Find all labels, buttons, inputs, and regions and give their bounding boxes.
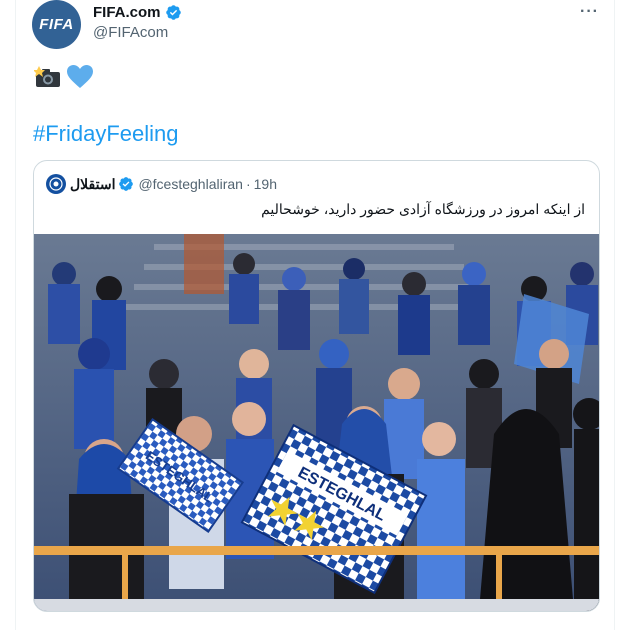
quoted-tweet-card[interactable]: استقلال @fcesteghlaliran · 19h از اینکه … [33,160,600,612]
author-display-name[interactable]: FIFA.com [93,4,161,21]
avatar-logo-text: FIFA [39,16,74,33]
esteghlal-logo-icon [49,177,63,191]
quoted-tweet-text: از اینکه امروز در ورزشگاه آزادی حضور دار… [261,201,585,217]
camera-flash-icon [34,66,60,87]
quoted-verified-badge-icon [119,177,134,191]
quoted-author-name[interactable]: استقلال [70,176,115,193]
quoted-author-handle[interactable]: @fcesteghlaliran [138,176,243,192]
blue-heart-icon [67,65,93,88]
more-options-icon[interactable]: ··· [580,3,599,21]
quoted-author-avatar[interactable] [46,174,66,194]
author-handle[interactable]: @FIFAcom [93,24,168,41]
timeline-border-right [614,0,615,630]
hashtag-link[interactable]: #FridayFeeling [33,121,179,147]
quoted-timestamp[interactable]: 19h [254,176,277,192]
author-name-row: FIFA.com [93,4,182,21]
quoted-tweet-photo[interactable]: ESTEGHLAL ESTEGHLAL [34,234,599,611]
meta-separator: · [245,176,251,192]
verified-badge-icon [165,5,181,20]
timeline-border-left [15,0,16,630]
quoted-tweet-header: استقلال @fcesteghlaliran · 19h [46,174,277,194]
tweet-emojis [34,64,94,90]
author-avatar[interactable]: FIFA [32,0,81,49]
